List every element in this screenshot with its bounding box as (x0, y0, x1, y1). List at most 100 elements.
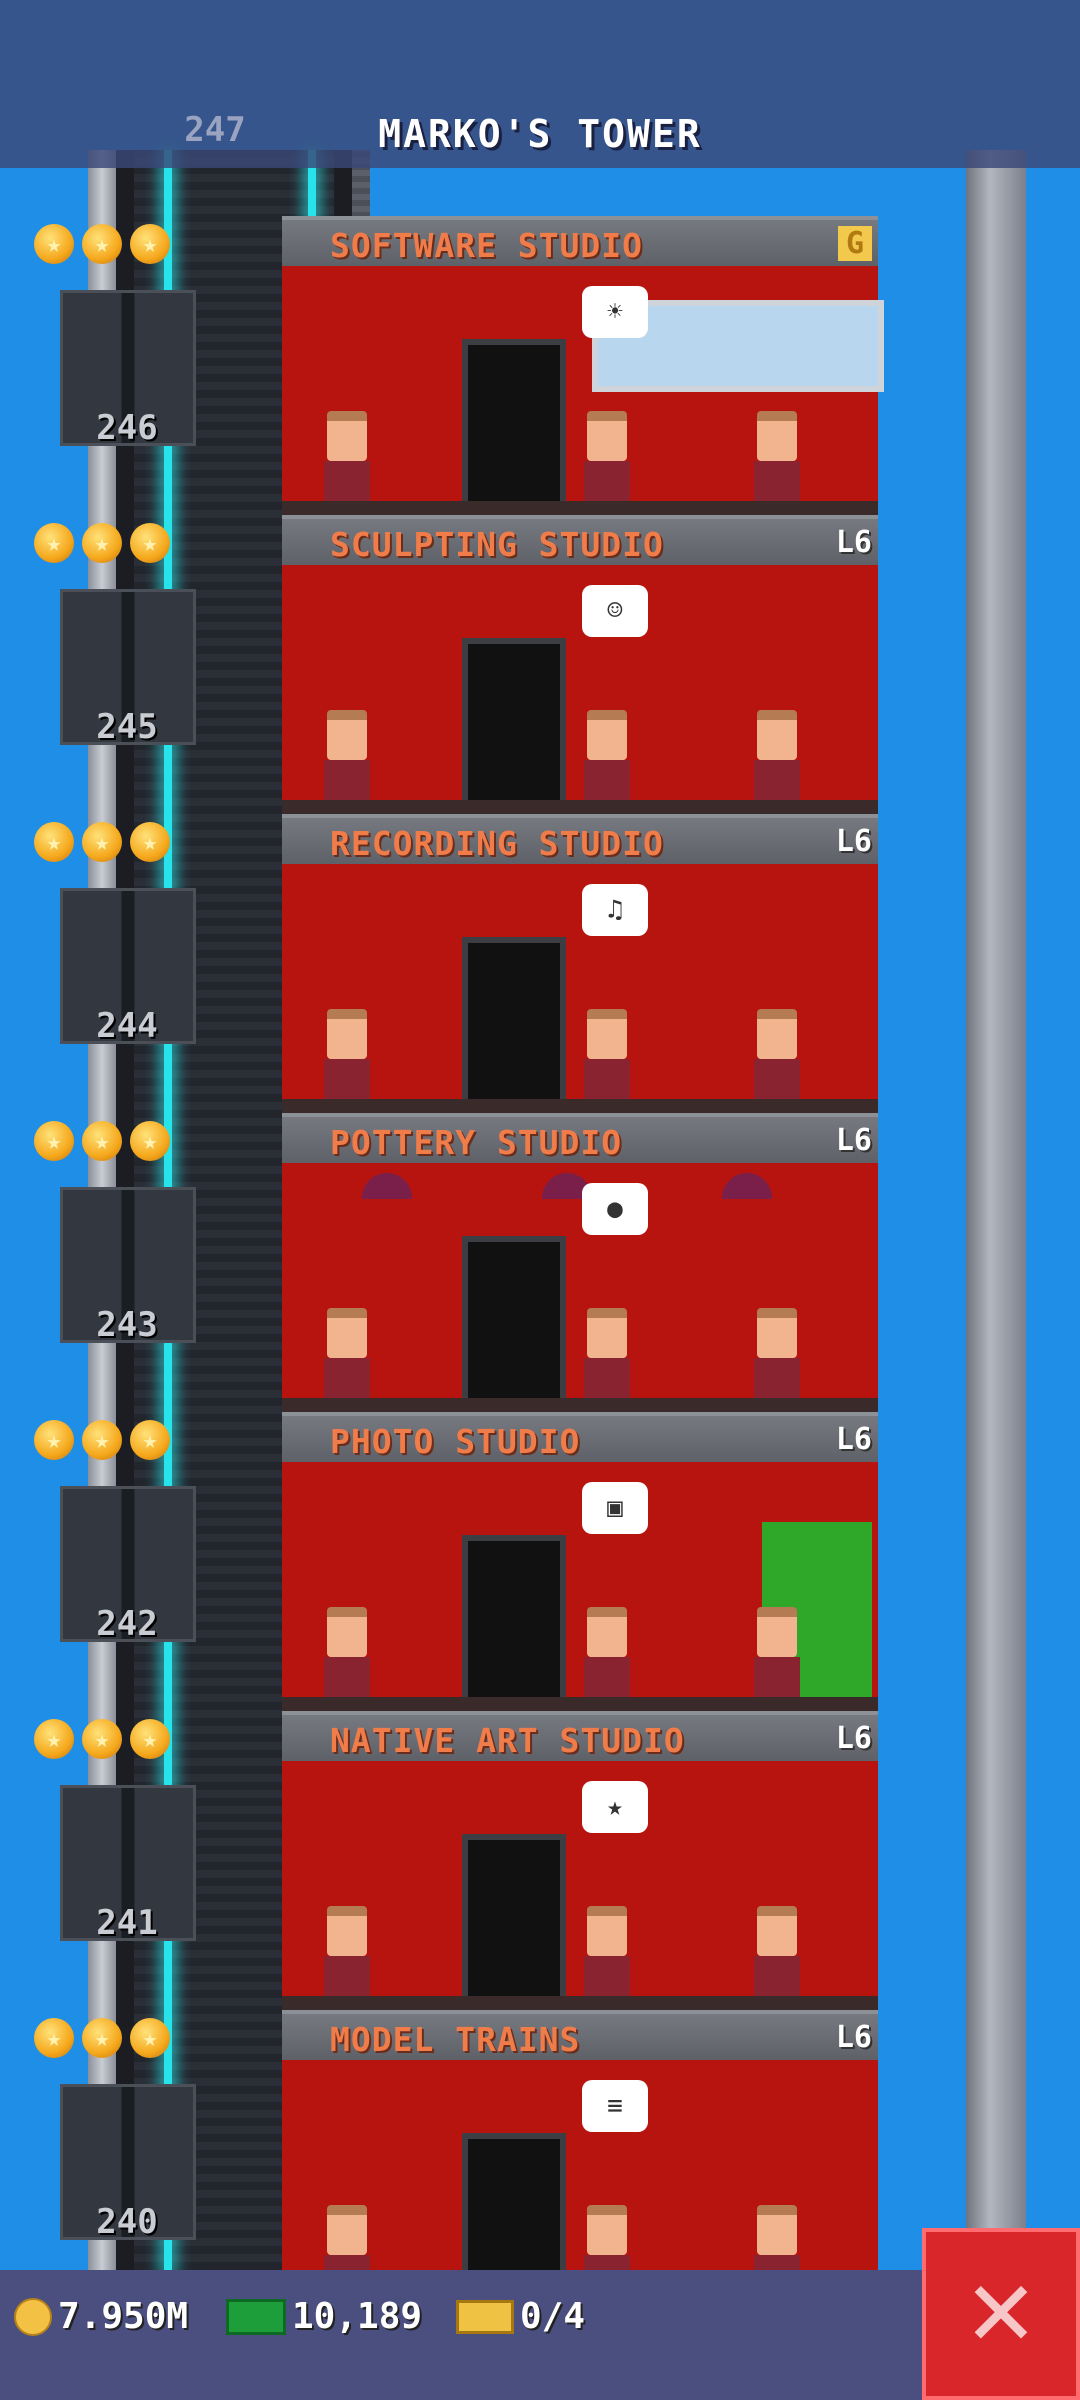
bitizen-speech-bubble[interactable]: ● (582, 1183, 648, 1235)
bitizen[interactable] (752, 1607, 802, 1701)
star-icon: ★ (130, 1420, 170, 1460)
bitizen[interactable] (322, 710, 372, 804)
star-icon: ★ (34, 224, 74, 264)
star-icon: ★ (82, 523, 122, 563)
bitizen-speech-bubble[interactable]: ★ (582, 1781, 648, 1833)
floor-stars: ★ ★ ★ (34, 523, 170, 563)
bitizen[interactable] (752, 710, 802, 804)
floor-name: SOFTWARE STUDIO (330, 226, 644, 265)
floor-sculpting-studio[interactable]: SCULPTING STUDIO L6 ☺ (282, 515, 878, 814)
star-icon: ★ (82, 1420, 122, 1460)
floor-number: 241 (96, 1903, 158, 1943)
bitizen-speech-bubble[interactable]: ≡ (582, 2080, 648, 2132)
bitizen[interactable] (752, 1009, 802, 1103)
room-door (462, 1236, 566, 1398)
floor-stars: ★ ★ ★ (34, 1719, 170, 1759)
bitizen-speech-bubble[interactable]: ♫ (582, 884, 648, 936)
bitizen[interactable] (582, 1906, 632, 2000)
star-icon: ★ (130, 822, 170, 862)
floor-level-badge: L6 (835, 2020, 872, 2055)
bitizen[interactable] (322, 1906, 372, 2000)
floor-software-studio[interactable]: SOFTWARE STUDIO G ☀ (282, 216, 884, 515)
bitizen-speech-bubble[interactable]: ☺ (582, 585, 648, 637)
room-door (462, 1535, 566, 1697)
bitizen[interactable] (322, 1009, 372, 1103)
bitizen[interactable] (322, 1607, 372, 1701)
floor-name: NATIVE ART STUDIO (330, 1721, 685, 1760)
floor-band: NATIVE ART STUDIO L6 (282, 1711, 878, 1765)
floor-level-badge: L6 (835, 1721, 872, 1756)
star-icon: ★ (34, 822, 74, 862)
ticket-icon (456, 2299, 514, 2334)
floor-band: SOFTWARE STUDIO G (282, 216, 878, 270)
floor-model-trains[interactable]: MODEL TRAINS L6 ≡ (282, 2010, 878, 2309)
floor-level-badge: L6 (835, 1123, 872, 1158)
bitizen[interactable] (752, 1906, 802, 2000)
floor-name: RECORDING STUDIO (330, 824, 664, 863)
bitizen[interactable] (322, 411, 372, 505)
tickets-value: 0/4 (520, 2296, 586, 2337)
floor-recording-studio[interactable]: RECORDING STUDIO L6 ♫ (282, 814, 878, 1113)
star-icon: ★ (34, 2018, 74, 2058)
bux-icon (226, 2298, 286, 2335)
tower-right-rail (966, 150, 1026, 2270)
floor-level-badge: L6 (835, 824, 872, 859)
floor-level-badge: L6 (835, 1422, 872, 1457)
bitizen[interactable] (322, 1308, 372, 1402)
star-icon: ★ (130, 1719, 170, 1759)
floor-photo-studio[interactable]: PHOTO STUDIO L6 ▣ (282, 1412, 878, 1711)
bitizen[interactable] (582, 1607, 632, 1701)
coins-value: 7.950M (58, 2296, 189, 2337)
coin-icon (14, 2297, 52, 2336)
floor-number: 243 (96, 1305, 158, 1345)
bitizen[interactable] (752, 411, 802, 505)
star-icon: ★ (34, 1420, 74, 1460)
star-icon: ★ (34, 523, 74, 563)
floor-number: 245 (96, 707, 158, 747)
room-door (462, 339, 566, 501)
star-icon: ★ (82, 2018, 122, 2058)
room-interior: ☀ (282, 266, 884, 515)
star-icon: ★ (82, 1121, 122, 1161)
tower-title: MARKO'S TOWER (378, 112, 702, 156)
bitizen[interactable] (582, 1009, 632, 1103)
floor-number: 242 (96, 1604, 158, 1644)
floor-band: RECORDING STUDIO L6 (282, 814, 878, 868)
coins-stat: 7.950M (14, 2296, 188, 2337)
floor-name: SCULPTING STUDIO (330, 525, 664, 564)
floor-band: MODEL TRAINS L6 (282, 2010, 878, 2064)
room-interior: ★ (282, 1761, 878, 2010)
floor-band: PHOTO STUDIO L6 (282, 1412, 878, 1466)
room-door (462, 638, 566, 800)
room-interior: ♫ (282, 864, 878, 1113)
room-interior: ● (282, 1163, 878, 1412)
star-icon: ★ (82, 224, 122, 264)
star-icon: ★ (130, 2018, 170, 2058)
floor-band: POTTERY STUDIO L6 (282, 1113, 878, 1167)
close-button[interactable]: ✕ (922, 2228, 1080, 2400)
bux-stat: 10,189 (226, 2296, 422, 2337)
floor-stars: ★ ★ ★ (34, 1420, 170, 1460)
bitizen[interactable] (582, 1308, 632, 1402)
room-interior: ▣ (282, 1462, 878, 1711)
floor-band: SCULPTING STUDIO L6 (282, 515, 878, 569)
room-interior: ☺ (282, 565, 878, 814)
header-bar: 247 MARKO'S TOWER (0, 0, 1080, 168)
bitizen[interactable] (752, 1308, 802, 1402)
floor-pottery-studio[interactable]: POTTERY STUDIO L6 ● (282, 1113, 878, 1412)
floor-name: MODEL TRAINS (330, 2020, 581, 2059)
floor-number: 240 (96, 2202, 158, 2242)
floor-number: 244 (96, 1006, 158, 1046)
floor-stars: ★ ★ ★ (34, 2018, 170, 2058)
bitizen-speech-bubble[interactable]: ▣ (582, 1482, 648, 1534)
floor-native-art-studio[interactable]: NATIVE ART STUDIO L6 ★ (282, 1711, 878, 2010)
room-door (462, 1834, 566, 1996)
bitizen[interactable] (582, 411, 632, 505)
floor-name: PHOTO STUDIO (330, 1422, 581, 1461)
bitizen[interactable] (582, 710, 632, 804)
bitizen-speech-bubble[interactable]: ☀ (582, 286, 648, 338)
floor-name: POTTERY STUDIO (330, 1123, 623, 1162)
star-icon: ★ (82, 822, 122, 862)
floor-level-badge: G (837, 226, 872, 261)
ceiling-lamp (362, 1173, 412, 1199)
